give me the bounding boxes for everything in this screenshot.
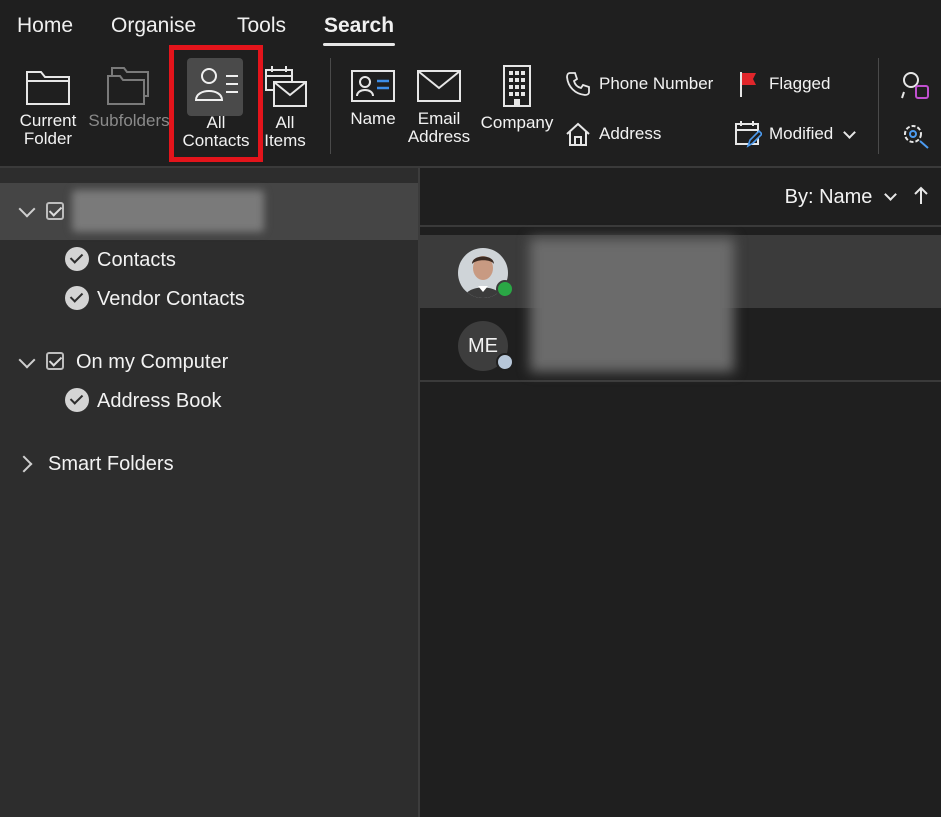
- circle-check-icon[interactable]: [65, 247, 89, 271]
- circle-check-icon[interactable]: [65, 286, 89, 310]
- current-folder-label-2: Folder: [23, 129, 73, 148]
- arrow-up-icon[interactable]: [913, 186, 929, 206]
- active-tab-indicator: [323, 43, 395, 46]
- company-button[interactable]: Company: [478, 64, 556, 132]
- envelope-icon: [417, 70, 461, 102]
- subfolders-label: Subfolders: [88, 111, 170, 130]
- flagged-label: Flagged: [769, 74, 831, 93]
- redacted-contact-details: [530, 238, 734, 372]
- tab-organise[interactable]: Organise: [111, 14, 196, 38]
- current-folder-button[interactable]: Current Folder: [12, 66, 84, 148]
- ribbon: Current Folder Subfolders All Contacts A…: [0, 50, 941, 166]
- sidebar-group-smart-folders[interactable]: Smart Folders: [48, 453, 174, 476]
- email-address-button[interactable]: Email Address: [404, 68, 474, 146]
- tab-bar: Home Organise Tools Search: [0, 0, 941, 50]
- flag-icon: [733, 69, 763, 99]
- presence-online-icon: [496, 280, 514, 298]
- address-label: Address: [599, 124, 662, 143]
- modified-label: Modified: [769, 124, 834, 143]
- address-button[interactable]: Address: [563, 119, 661, 149]
- tab-tools[interactable]: Tools: [237, 14, 286, 38]
- list-divider: [420, 380, 941, 382]
- sidebar-group-on-my-computer[interactable]: On my Computer: [76, 351, 228, 374]
- flagged-button[interactable]: Flagged: [733, 69, 830, 99]
- ribbon-separator: [330, 58, 331, 154]
- all-items-label-1: All: [275, 113, 295, 132]
- all-items-icon: [265, 66, 307, 107]
- company-label: Company: [480, 113, 554, 132]
- sidebar-item-address-book[interactable]: Address Book: [97, 390, 222, 413]
- checkbox-icon[interactable]: [46, 202, 64, 220]
- building-icon: [503, 65, 531, 107]
- email-address-label-1: Email: [417, 109, 461, 128]
- redacted-account-name: [72, 190, 264, 232]
- subfolders-icon: [107, 67, 149, 105]
- folder-sidebar: [0, 168, 418, 817]
- ribbon-separator-2: [878, 58, 879, 154]
- highlight-annotation: [169, 45, 263, 162]
- modified-dropdown[interactable]: Modified: [733, 119, 857, 149]
- gear-search-icon[interactable]: [900, 120, 930, 150]
- sidebar-item-vendor-contacts[interactable]: Vendor Contacts: [97, 288, 245, 311]
- sort-label: By: Name: [784, 186, 873, 208]
- sort-by-dropdown[interactable]: By: Name: [784, 186, 897, 209]
- current-folder-label-1: Current: [19, 111, 77, 130]
- avatar-initials: ME: [468, 334, 498, 357]
- subfolders-button[interactable]: Subfolders: [86, 66, 172, 130]
- name-card-icon: [351, 70, 395, 102]
- all-items-label-2: Items: [264, 131, 306, 150]
- calendar-edit-icon: [733, 119, 763, 149]
- all-items-button[interactable]: All Items: [262, 64, 308, 150]
- circle-check-icon[interactable]: [65, 388, 89, 412]
- sidebar-item-contacts[interactable]: Contacts: [97, 249, 176, 272]
- folder-icon: [26, 71, 70, 105]
- phone-icon: [563, 69, 593, 99]
- name-button[interactable]: Name: [344, 68, 402, 128]
- tab-home[interactable]: Home: [17, 14, 73, 38]
- phone-number-label: Phone Number: [599, 74, 714, 93]
- presence-unknown-icon: [496, 353, 514, 371]
- checkbox-icon[interactable]: [46, 352, 64, 370]
- phone-number-button[interactable]: Phone Number: [563, 69, 713, 99]
- email-address-label-2: Address: [407, 127, 471, 146]
- chevron-down-icon: [843, 125, 857, 139]
- tab-search[interactable]: Search: [324, 14, 394, 38]
- house-icon: [563, 119, 593, 149]
- search-person-icon[interactable]: [900, 70, 930, 100]
- name-label: Name: [350, 109, 396, 128]
- chevron-down-icon: [884, 188, 897, 201]
- list-header-divider: [420, 225, 941, 227]
